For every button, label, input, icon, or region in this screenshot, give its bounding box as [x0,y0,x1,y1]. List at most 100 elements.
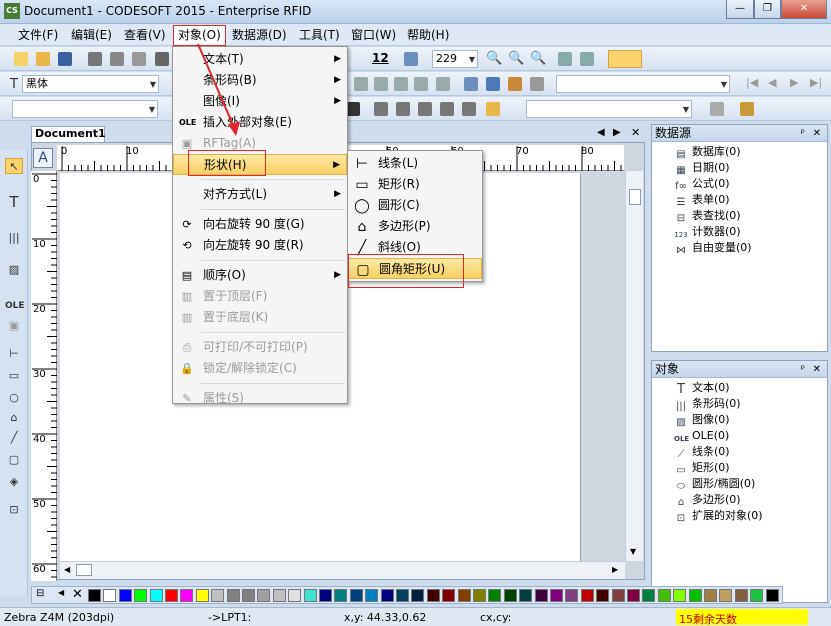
color-swatch[interactable] [272,589,286,602]
grid-dropdown-button[interactable] [608,50,642,68]
color-swatch[interactable] [673,589,687,602]
object-menu-item[interactable]: 对齐方式(L) ▶ [173,184,347,205]
close-icon[interactable]: ✕ [813,125,821,142]
menu-help[interactable]: 帮助(H) [403,27,453,44]
color-swatch[interactable] [226,589,240,602]
color-swatch[interactable] [380,589,394,602]
tree-item-text[interactable]: T 文本(0) [674,380,827,396]
object-menu-item[interactable]: ▥ 置于底层(K) [173,307,347,328]
text-tool-icon[interactable]: T [5,194,23,210]
color-swatch[interactable] [596,589,610,602]
object-menu-item[interactable]: ✎ 属性(S) [173,388,347,409]
ole-tool-icon[interactable]: OLE [5,298,25,314]
color-swatch[interactable] [750,589,764,602]
style-combo[interactable]: ▼ [526,100,692,118]
circle-tool-icon[interactable]: ○ [5,390,23,406]
color-swatch[interactable] [457,589,471,602]
hscroll-thumb[interactable] [76,564,92,576]
scroll-right-icon[interactable]: ▶ [612,565,618,574]
menu-tools[interactable]: 工具(T) [295,27,344,44]
zoom-combo[interactable]: 229 ▼ [432,50,478,68]
object-menu-item[interactable]: ▤ 顺序(O) ▶ [173,265,347,286]
color-swatch[interactable] [473,589,486,602]
color-swatch[interactable] [503,589,517,602]
form-icon[interactable] [740,102,754,116]
align-left-icon[interactable] [354,77,368,91]
zoom-icon[interactable]: 🔍 [486,52,502,66]
color-swatch[interactable] [349,589,363,602]
color-swatch[interactable] [396,589,409,602]
menu-edit[interactable]: 编辑(E) [67,27,116,44]
same-height-icon[interactable] [374,102,388,116]
open-data-icon[interactable] [508,77,522,91]
pin-icon[interactable]: ᵖ [801,361,805,378]
tree-item-counter[interactable]: 123 计数器(0) [674,224,827,240]
diagonal-tool-icon[interactable]: ╱ [5,430,23,446]
color-swatch[interactable] [550,589,563,602]
lock-object-icon[interactable] [486,102,500,116]
tab-close-icon[interactable]: ✕ [631,126,640,139]
tree-item-image[interactable]: ▨ 图像(0) [674,412,827,428]
close-button[interactable]: ✕ [781,0,827,19]
color-swatch[interactable] [519,589,533,602]
menu-file[interactable]: 文件(F) [14,27,62,44]
palette-menu-icon[interactable]: ⊟ [36,588,44,599]
color-swatch[interactable] [734,589,748,602]
align-top-icon[interactable] [414,77,428,91]
horizontal-scrollbar[interactable]: ◀ ▶ [60,561,625,579]
color-swatch[interactable] [642,589,656,602]
same-width-icon[interactable] [418,102,432,116]
object-menu-item[interactable]: ⟳ 向右旋转 90 度(G) [173,214,347,235]
first-record-icon[interactable]: |◀ [746,76,758,89]
color-swatch[interactable] [365,589,379,602]
color-swatch[interactable] [88,589,101,602]
barcode-tool-icon[interactable]: ||| [5,230,23,246]
tree-item-ole[interactable]: OLE OLE(0) [674,428,827,444]
color-swatch[interactable] [149,589,163,602]
color-swatch[interactable] [211,589,225,602]
polygon-tool-icon[interactable]: ⌂ [5,410,23,426]
tree-item-lookup[interactable]: ⊟ 表查找(0) [674,208,827,224]
properties-toolbar-icon[interactable] [710,102,724,116]
palette-next-icon[interactable]: ▶ [768,588,774,597]
print-preview-icon[interactable] [110,52,124,66]
tree-item-polygon[interactable]: ⌂ 多边形(0) [674,492,827,508]
database-icon[interactable] [486,77,500,91]
color-swatch[interactable] [442,589,456,602]
object-menu-item[interactable]: 🔒 锁定/解除锁定(C) [173,358,347,379]
rectangle-tool-icon[interactable]: ▭ [5,368,23,384]
rftag-tool-icon[interactable]: ▣ [5,318,23,334]
last-record-icon[interactable]: ▶| [810,76,822,89]
color-swatch[interactable] [534,589,548,602]
minimize-button[interactable]: — [726,0,754,19]
align-center-icon[interactable] [374,77,388,91]
scroll-thumb[interactable] [629,189,641,205]
shape-menu-item[interactable]: ⌂ 多边形(P) [348,216,482,237]
object-menu-item[interactable]: ⟲ 向左旋转 90 度(R) [173,235,347,256]
tree-item-date[interactable]: ▦ 日期(0) [674,160,827,176]
close-icon[interactable]: ✕ [813,361,821,378]
next-record-icon[interactable]: ▶ [790,76,798,89]
object-menu-item[interactable]: ▥ 置于顶层(F) [173,286,347,307]
color-swatch[interactable] [257,589,271,602]
zoom-out-icon[interactable]: 🔍 [530,52,546,66]
scroll-left-icon[interactable]: ◀ [64,565,70,574]
space-horizontal-icon[interactable] [440,102,454,116]
stop-icon[interactable] [530,77,544,91]
color-swatch[interactable] [180,589,194,602]
color-swatch[interactable] [118,589,132,602]
new-icon[interactable] [14,52,28,66]
tree-item-database[interactable]: ▤ 数据库(0) [674,144,827,160]
zoom-in-icon[interactable]: 🔍 [508,52,524,66]
space-vertical-icon[interactable] [462,102,476,116]
color-swatch[interactable] [134,589,148,602]
font-size-display[interactable]: 12 [372,51,389,65]
tree-item-ellipse[interactable]: ⬭ 圆形/椭圆(0) [674,476,827,492]
extended-object-tool-icon[interactable]: ⊡ [5,502,23,518]
scroll-down-icon[interactable]: ▼ [630,547,636,556]
tab-prev-icon[interactable]: ◀ [597,127,605,138]
pin-icon[interactable]: ᵖ [801,125,805,142]
color-swatch[interactable] [704,589,717,602]
tree-item-rectangle[interactable]: ▭ 矩形(0) [674,460,827,476]
color-swatch[interactable] [288,589,302,602]
